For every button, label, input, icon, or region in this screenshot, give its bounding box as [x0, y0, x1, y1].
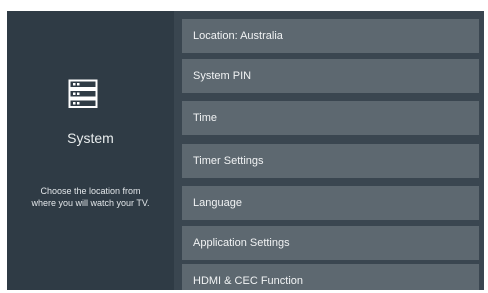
server-icon [68, 79, 98, 108]
settings-menu: Location: Australia System PIN Time Time… [174, 11, 484, 290]
menu-item-system-pin[interactable]: System PIN [182, 59, 479, 93]
menu-item-time[interactable]: Time [182, 101, 479, 135]
menu-item-hdmi-cec[interactable]: HDMI & CEC Function [182, 264, 479, 290]
section-title: System [67, 130, 114, 146]
menu-item-language[interactable]: Language [182, 186, 479, 220]
section-info-panel: System Choose the location from where yo… [7, 11, 174, 290]
description-line-2: where you will watch your TV. [31, 198, 150, 208]
tv-settings-screen: System Choose the location from where yo… [7, 11, 484, 290]
section-description: Choose the location from where you will … [7, 185, 174, 209]
menu-item-application-settings[interactable]: Application Settings [182, 226, 479, 260]
description-line-1: Choose the location from [40, 186, 141, 196]
menu-item-timer-settings[interactable]: Timer Settings [182, 144, 479, 178]
menu-item-location[interactable]: Location: Australia [182, 19, 479, 53]
